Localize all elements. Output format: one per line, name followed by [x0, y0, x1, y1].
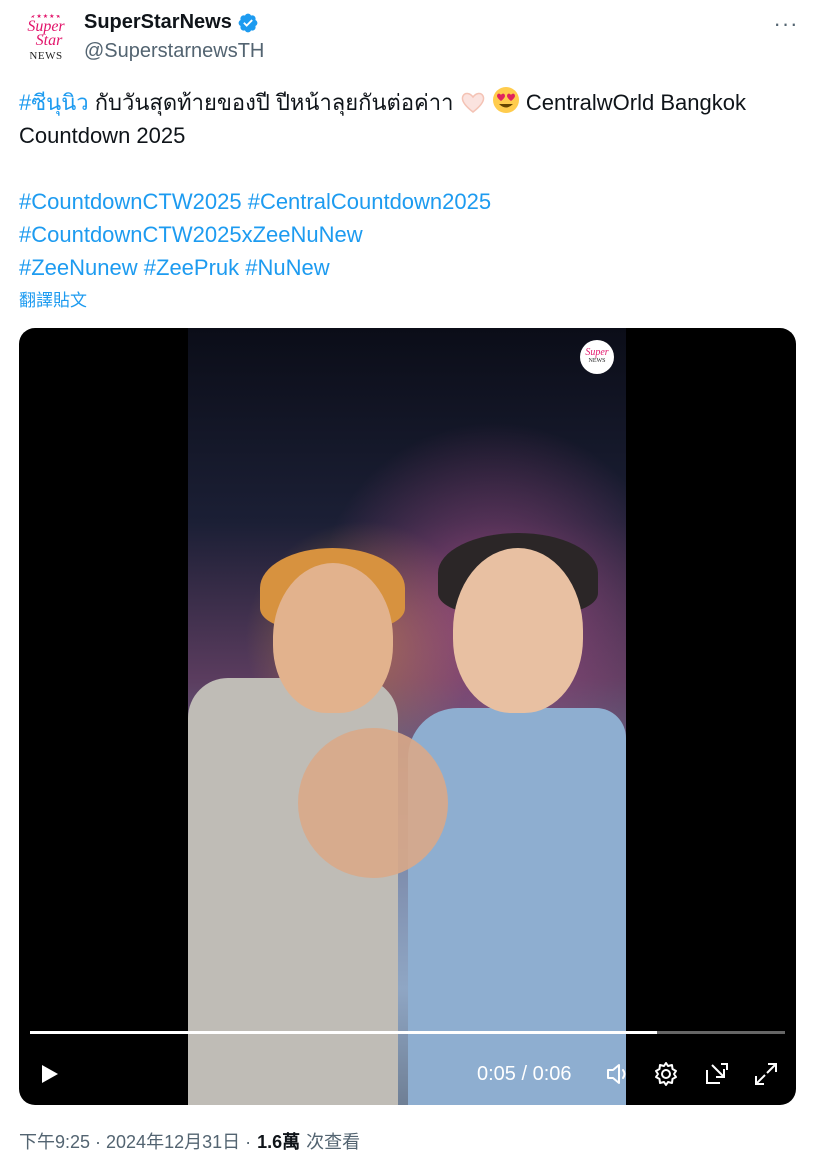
- video-watermark-logo: Super NEWS: [580, 340, 614, 374]
- tweet-body-text: กับวันสุดท้ายของปี ปีหน้าลุยกันต่อค่าา: [94, 90, 454, 115]
- heart-eyes-emoji: [492, 87, 519, 113]
- more-options-button[interactable]: ···: [770, 10, 802, 38]
- video-player[interactable]: Super NEWS 0:05 / 0:06: [19, 328, 796, 1105]
- person-right-face: [453, 548, 583, 713]
- verified-badge-icon: [238, 13, 258, 32]
- hashtag-link[interactable]: #ZeeNunew: [19, 255, 138, 280]
- more-horizontal-icon: ···: [773, 11, 799, 36]
- play-button[interactable]: [35, 1058, 63, 1090]
- tweet-line-1: #ซีนุนิว กับวันสุดท้ายของปี ปีหน้าลุยกัน…: [19, 86, 799, 119]
- fullscreen-button[interactable]: [751, 1058, 781, 1090]
- tweet-metadata: 下午9:25 · 2024年12月31日 · 1.6萬 次查看: [19, 1128, 360, 1154]
- watermark-text-news: NEWS: [588, 358, 606, 364]
- hashtag-link[interactable]: #CountdownCTW2025: [19, 189, 242, 214]
- mute-button[interactable]: [603, 1058, 633, 1090]
- avatar-text-news: NEWS: [29, 50, 63, 62]
- tweet-line-2: Countdown 2025: [19, 123, 186, 148]
- hashtag-link[interactable]: #NuNew: [245, 255, 329, 280]
- heart-hands-gesture: [298, 728, 448, 878]
- author-display-name[interactable]: SuperStarNews: [84, 11, 232, 34]
- video-progress-bar[interactable]: [30, 1031, 785, 1034]
- play-icon: [42, 1065, 58, 1083]
- picture-in-picture-button[interactable]: [702, 1058, 732, 1090]
- heart-hands-emoji: [461, 92, 484, 113]
- person-right-body: [408, 708, 626, 1105]
- settings-button[interactable]: [651, 1058, 681, 1090]
- views-label: 次查看: [306, 1132, 361, 1152]
- tweet-hashtags-line-3: #ZeeNunew #ZeePruk #NuNew: [19, 251, 799, 284]
- fullscreen-icon: [755, 1063, 777, 1085]
- hashtag-link[interactable]: #CountdownCTW2025xZeeNuNew: [19, 222, 363, 247]
- gear-icon: [655, 1062, 677, 1086]
- avatar-text-star: Star: [35, 32, 63, 49]
- tweet-text: #ซีนุนิว กับวันสุดท้ายของปี ปีหน้าลุยกัน…: [19, 86, 799, 284]
- author-name-row: SuperStarNews: [84, 11, 259, 34]
- watermark-text-super: Super: [585, 347, 609, 358]
- tweet-timestamp[interactable]: 下午9:25 · 2024年12月31日 ·: [19, 1128, 251, 1154]
- translate-post-link[interactable]: 翻譯貼文: [19, 286, 87, 311]
- hashtag-link[interactable]: #ซีนุนิว: [19, 90, 89, 115]
- views-count: 1.6萬: [257, 1132, 301, 1152]
- tweet-body-location: CentralwOrld Bangkok: [525, 90, 746, 115]
- video-frame[interactable]: Super NEWS: [188, 328, 626, 1105]
- person-left-face: [273, 563, 393, 713]
- tweet-spacer: [19, 152, 799, 185]
- tweet-hashtags-line-2: #CountdownCTW2025xZeeNuNew: [19, 218, 799, 251]
- author-avatar[interactable]: ★★★★★ Super Star NEWS: [20, 12, 72, 64]
- video-time-display: 0:05 / 0:06: [477, 1062, 572, 1085]
- volume-muted-icon: [607, 1064, 626, 1084]
- tweet-hashtags-line-1: #CountdownCTW2025 #CentralCountdown2025: [19, 185, 799, 218]
- video-progress-fill: [30, 1031, 657, 1034]
- hashtag-link[interactable]: #ZeePruk: [144, 255, 239, 280]
- author-handle[interactable]: @SuperstarnewsTH: [84, 40, 264, 63]
- minimize-player-icon: [706, 1063, 728, 1084]
- hashtag-link[interactable]: #CentralCountdown2025: [248, 189, 491, 214]
